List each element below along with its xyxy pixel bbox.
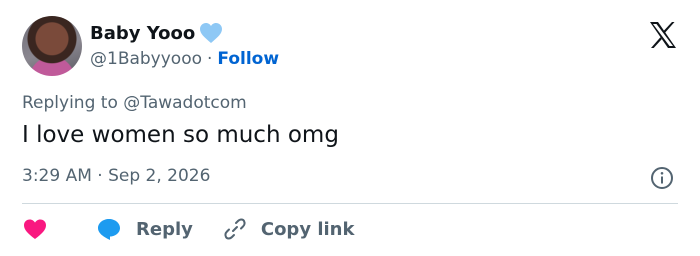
display-name[interactable]: Baby Yooo xyxy=(90,23,195,44)
follow-button[interactable]: Follow xyxy=(217,49,279,69)
reply-label: Reply xyxy=(136,218,193,240)
replying-to[interactable]: Replying to @Tawadotcom xyxy=(22,93,247,113)
like-button[interactable] xyxy=(22,217,48,241)
heart-icon xyxy=(24,219,46,239)
separator-dot: · xyxy=(207,49,213,69)
info-icon[interactable] xyxy=(650,166,674,190)
tweet-header: Baby Yooo @1Babyyooo · Follow xyxy=(22,14,678,78)
divider xyxy=(22,203,678,204)
x-logo-icon[interactable] xyxy=(648,20,678,50)
tweet-text: I love women so much omg xyxy=(22,122,339,148)
avatar[interactable] xyxy=(22,16,82,76)
light-blue-heart-icon xyxy=(200,23,223,43)
reply-button[interactable]: Reply xyxy=(96,217,193,241)
user-info: Baby Yooo @1Babyyooo · Follow xyxy=(90,20,279,72)
copy-link-button[interactable]: Copy link xyxy=(223,217,355,241)
copy-link-label: Copy link xyxy=(260,218,355,240)
action-bar: Reply Copy link xyxy=(22,214,354,244)
handle-row: @1Babyyooo · Follow xyxy=(90,46,279,72)
tweet-timestamp[interactable]: 3:29 AM · Sep 2, 2026 xyxy=(22,166,210,186)
user-handle[interactable]: @1Babyyooo xyxy=(90,49,202,69)
speech-bubble-icon xyxy=(98,219,120,240)
link-icon xyxy=(224,218,246,240)
name-row: Baby Yooo xyxy=(90,20,279,46)
